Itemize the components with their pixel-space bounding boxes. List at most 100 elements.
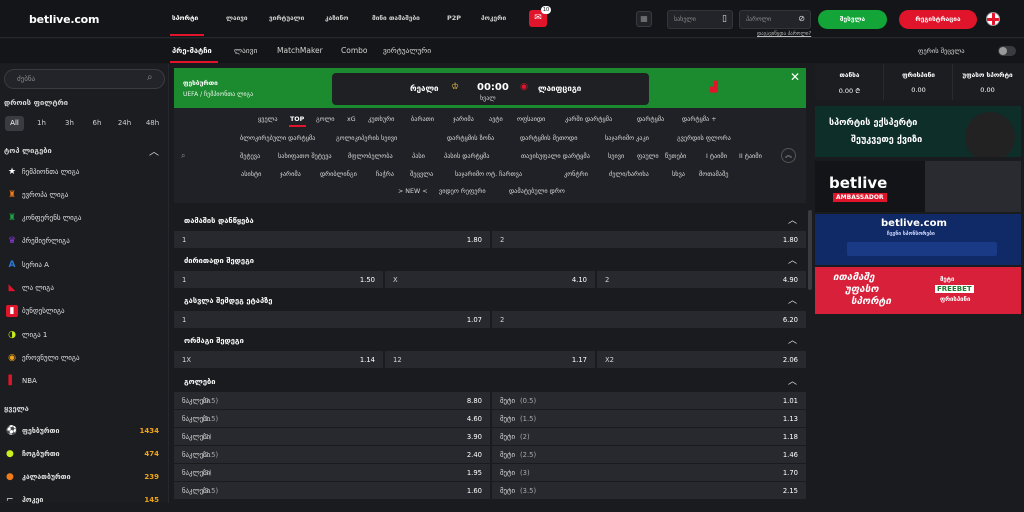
password-input[interactable]: პაროლი ⊘ bbox=[739, 10, 811, 29]
eye-slash-icon[interactable]: ⊘ bbox=[798, 14, 805, 23]
filter-chip[interactable]: კარში დარტყმა bbox=[565, 116, 612, 123]
filter-chip[interactable]: ოფსაიდი bbox=[517, 116, 545, 123]
free-sport-tab[interactable]: უფასო სპორტი 0.00 bbox=[953, 64, 1022, 100]
sport-hockey[interactable]: ⌐ ჰოკეი 145 bbox=[0, 489, 168, 512]
filter-chip[interactable]: კუთხური bbox=[368, 116, 394, 123]
filter-chip[interactable]: შეცვლა bbox=[410, 171, 433, 178]
filter-chip[interactable]: ჯარიმა bbox=[453, 116, 474, 123]
filter-chip[interactable]: დამატებული დრო bbox=[509, 188, 565, 195]
filter-chip[interactable]: ჯარიმა bbox=[280, 171, 301, 178]
odds-cell[interactable]: ნაკლები (2.5) 2.40 bbox=[174, 446, 491, 463]
filter-chip[interactable]: საჯარიმო კაკი bbox=[605, 135, 649, 142]
tab-matchmaker[interactable]: MatchMaker bbox=[277, 46, 323, 55]
time-filter-3h[interactable]: 3h bbox=[60, 116, 79, 131]
league-bundesliga[interactable]: ▮ ბუნდესლიგა bbox=[0, 300, 168, 323]
time-filter-1h[interactable]: 1h bbox=[33, 116, 50, 131]
filter-chip[interactable]: კონტრი bbox=[564, 171, 588, 178]
filter-chip[interactable]: დარტყმის მეთოდი bbox=[520, 135, 577, 142]
filter-chip[interactable]: დრიბლინგი bbox=[320, 171, 357, 178]
filter-chip[interactable]: გოლი bbox=[316, 116, 335, 123]
filter-chip[interactable]: ბარათი bbox=[411, 116, 434, 123]
league-laliga[interactable]: ◣ ლა ლიგა bbox=[0, 277, 168, 300]
nav-sport[interactable]: სპორტი bbox=[172, 14, 198, 22]
filter-chip[interactable]: გოლიკიპერის სეივი bbox=[336, 135, 397, 142]
odds-cell[interactable]: 2 6.20 bbox=[492, 311, 807, 328]
filter-chip[interactable]: > NEW < bbox=[398, 188, 427, 195]
filter-chip[interactable]: დარტყმის ზონა bbox=[447, 135, 494, 142]
filter-chip[interactable]: სახიფათო შეტევა bbox=[278, 153, 332, 160]
filter-chip[interactable]: ასისტი bbox=[241, 171, 261, 178]
register-button[interactable]: რეგისტრაცია bbox=[899, 10, 977, 29]
league-europa[interactable]: ♜ ევროპა ლიგა bbox=[0, 184, 168, 207]
nav-casino[interactable]: კაზინო bbox=[325, 14, 348, 22]
filter-chip[interactable]: პასი bbox=[412, 153, 425, 160]
odds-cell[interactable]: ნაკლები (1.5) 4.60 bbox=[174, 410, 491, 427]
league-premier[interactable]: ♛ პრემიერლიგა bbox=[0, 230, 168, 253]
chevron-up-icon[interactable]: ︿ bbox=[788, 253, 797, 266]
tab-prematch[interactable]: პრე-მატჩი bbox=[172, 46, 212, 55]
odds-cell[interactable]: ნაკლები (3.5) 1.60 bbox=[174, 482, 491, 499]
filter-chip[interactable]: ვიდეო რეფერი bbox=[439, 188, 486, 195]
filter-chip[interactable]: ძელი/ხარიხა bbox=[609, 171, 649, 178]
sport-football[interactable]: ⚽ ფეხბურთი 1434 bbox=[0, 420, 168, 443]
market-header[interactable]: თამაშის დანწყება ︿ bbox=[174, 210, 807, 230]
tab-combo[interactable]: Combo bbox=[341, 46, 367, 55]
site-logo[interactable]: betlive.com bbox=[29, 13, 99, 26]
filter-chip[interactable]: პასის დარტყმა bbox=[444, 153, 489, 160]
filter-chip[interactable]: ავტი bbox=[489, 116, 503, 123]
username-input[interactable]: სახელი ▯ bbox=[667, 10, 733, 29]
odds-cell[interactable]: 1 1.80 bbox=[174, 231, 491, 248]
odds-cell[interactable]: X2 2.06 bbox=[597, 351, 807, 368]
market-header[interactable]: ორმაგი შედეგი ︿ bbox=[174, 330, 807, 350]
league-national[interactable]: ◉ ეროვნული ლიგა bbox=[0, 347, 168, 370]
freespin-tab[interactable]: ფრისპინი 0.00 bbox=[884, 64, 953, 100]
market-header[interactable]: გასვლა შემდეგ ეტაპზე ︿ bbox=[174, 290, 807, 310]
tab-live[interactable]: ლაივი bbox=[234, 46, 257, 55]
balance-tab[interactable]: თანხა 0.00 ₾ bbox=[815, 64, 884, 100]
odds-cell[interactable]: ნაკლები (3) 1.95 bbox=[174, 464, 491, 481]
odds-cell[interactable]: მეტი (3.5) 2.15 bbox=[492, 482, 807, 499]
league-champions[interactable]: ★ ჩემპიონთა ლიგა bbox=[0, 161, 168, 184]
filter-chip[interactable]: დარტყმა bbox=[637, 116, 664, 123]
odds-color-toggle[interactable] bbox=[998, 46, 1016, 56]
nav-poker[interactable]: პოკერი bbox=[481, 14, 506, 22]
odds-cell[interactable]: X 4.10 bbox=[385, 271, 596, 288]
filter-chip[interactable]: წუთები bbox=[665, 153, 686, 160]
banner-sport-expert[interactable]: სპორტის ექსპერტი შეუკვეთე ქვიზი bbox=[815, 106, 1021, 157]
odds-cell[interactable]: მეტი (0.5) 1.01 bbox=[492, 392, 807, 409]
league-ligue1[interactable]: ◑ ლიგა 1 bbox=[0, 324, 168, 347]
nav-p2p[interactable]: P2P bbox=[447, 14, 461, 22]
market-header[interactable]: ძირითადი შედეგი ︿ bbox=[174, 250, 807, 270]
sport-basketball[interactable]: ● კალათბურთი 239 bbox=[0, 466, 168, 489]
filter-chip[interactable]: მფლობელობა bbox=[348, 153, 393, 160]
odds-cell[interactable]: მეტი (3) 1.70 bbox=[492, 464, 807, 481]
filter-chip[interactable]: გვერდის ფლორა bbox=[677, 135, 731, 142]
filter-chip[interactable]: მოთამაშე bbox=[699, 171, 728, 178]
odds-cell[interactable]: 12 1.17 bbox=[385, 351, 596, 368]
statistics-icon[interactable]: ▟ bbox=[710, 82, 718, 93]
tab-virtual[interactable]: ვირტუალური bbox=[383, 46, 431, 55]
filter-chip[interactable]: II ტაიმი bbox=[739, 153, 762, 160]
filter-chip[interactable]: xG bbox=[347, 116, 356, 123]
chevron-up-icon[interactable]: ︿ bbox=[788, 213, 797, 226]
chevron-up-icon[interactable]: ︿ bbox=[788, 374, 797, 387]
scrollbar[interactable] bbox=[808, 210, 812, 290]
league-conference[interactable]: ♜ კონფერენს ლიგა bbox=[0, 207, 168, 230]
time-filter-all[interactable]: All bbox=[5, 116, 24, 131]
filter-chip[interactable]: ბლოკირებული დარტყმა bbox=[240, 135, 315, 142]
odds-cell[interactable]: 1 1.07 bbox=[174, 311, 491, 328]
qr-code-icon[interactable]: ▦ bbox=[636, 11, 652, 27]
filter-chip[interactable]: სხვა bbox=[672, 171, 685, 178]
collapse-filters-icon[interactable]: ︽ bbox=[781, 148, 796, 163]
language-flag-icon[interactable] bbox=[986, 12, 1000, 26]
banner-sponsors[interactable]: betlive.com ჩვენი სპონსორები bbox=[815, 214, 1021, 265]
filter-chip[interactable]: დარტყმა + bbox=[682, 116, 717, 123]
league-nba[interactable]: ▌ NBA bbox=[0, 370, 168, 393]
nav-virtual[interactable]: ვირტუალი bbox=[269, 14, 304, 22]
login-button[interactable]: შესვლა bbox=[818, 10, 887, 29]
chevron-up-icon[interactable]: ︿ bbox=[788, 333, 797, 346]
filter-chip[interactable]: საჯარიმო ოტ. ჩართვა bbox=[455, 171, 522, 178]
time-filter-48h[interactable]: 48h bbox=[141, 116, 164, 131]
odds-cell[interactable]: მეტი (2) 1.18 bbox=[492, 428, 807, 445]
filter-chip[interactable]: თავისუფალი დარტყმა bbox=[521, 153, 590, 160]
